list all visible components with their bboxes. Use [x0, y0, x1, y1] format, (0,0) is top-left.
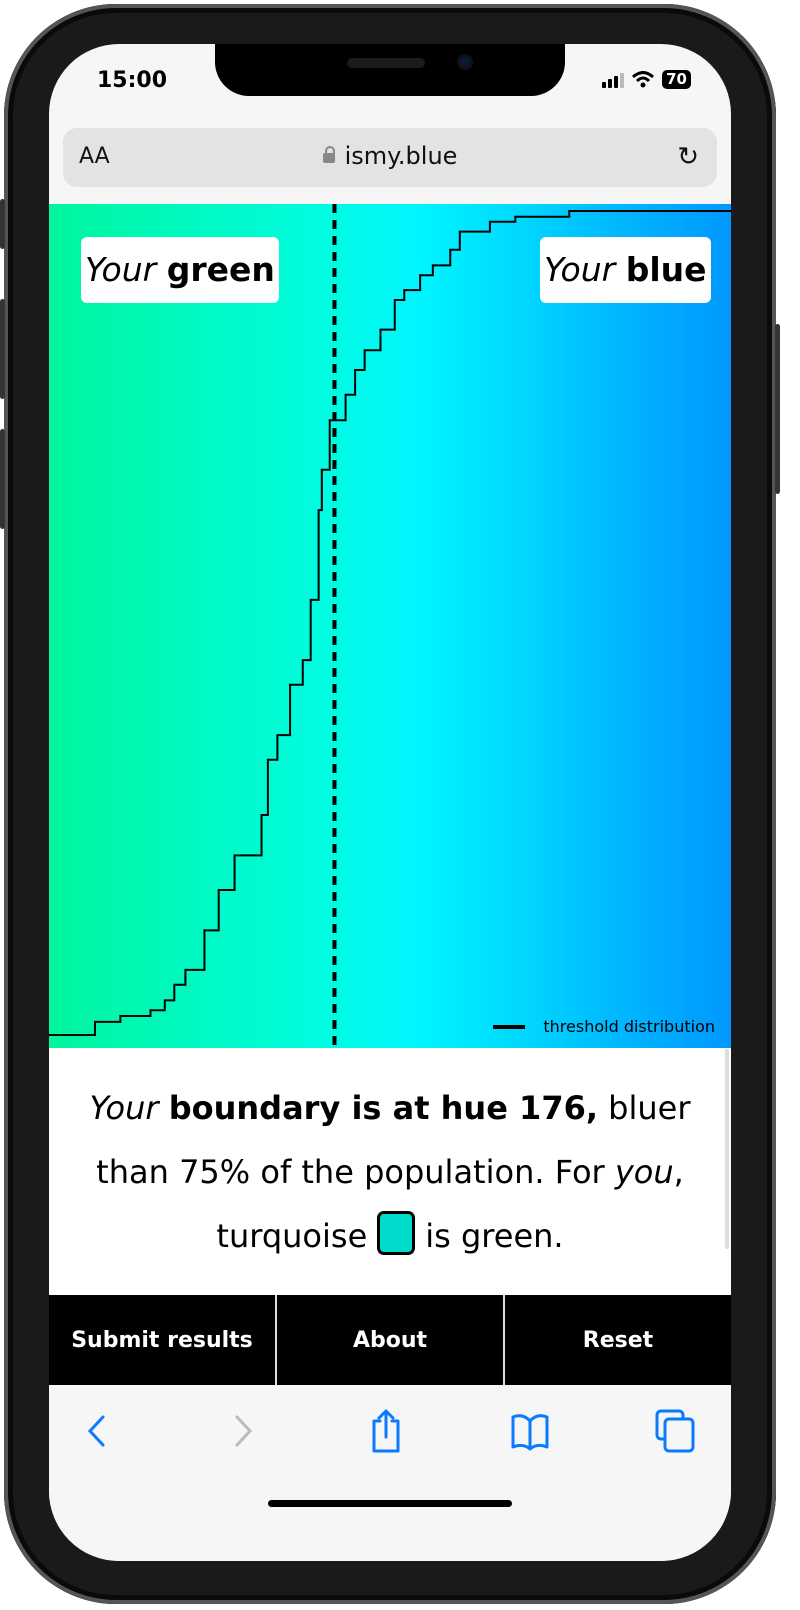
volume-down-button [0, 429, 5, 529]
status-time: 15:00 [97, 68, 168, 93]
your-green-italic: Your [85, 250, 157, 289]
result-part3: is green. [425, 1217, 564, 1255]
about-button[interactable]: About [275, 1295, 503, 1385]
threshold-chart: Your green Your blue threshold distribut… [49, 204, 731, 1048]
result-text: Your boundary is at hue 176, bluer than … [49, 1048, 731, 1295]
home-indicator[interactable] [268, 1500, 512, 1507]
chart-svg [49, 204, 731, 1048]
result-boundary: boundary is at hue 176, [168, 1089, 598, 1127]
your-green-label: Your green [81, 237, 279, 303]
camera [457, 54, 473, 70]
action-bar: Submit results About Reset [49, 1295, 731, 1385]
status-icons: 70 [602, 70, 691, 89]
chart-legend: threshold distribution [493, 1017, 715, 1036]
lock-icon [322, 146, 335, 163]
screen: 15:00 70 AA ismy.blue ↻ Your green Your … [49, 44, 731, 1561]
series-line-0 [49, 210, 731, 1036]
back-icon[interactable] [71, 1409, 121, 1453]
tabs-icon[interactable] [651, 1409, 701, 1453]
turquoise-swatch [377, 1211, 416, 1255]
volume-up-button [0, 299, 5, 399]
submit-results-button[interactable]: Submit results [49, 1295, 275, 1385]
your-green-bold: green [166, 250, 275, 289]
reset-button[interactable]: Reset [503, 1295, 731, 1385]
power-button [775, 324, 780, 494]
legend-swatch [493, 1024, 526, 1029]
legend-label: threshold distribution [543, 1017, 715, 1036]
bookmarks-icon[interactable] [505, 1409, 555, 1453]
url-field[interactable]: ismy.blue [63, 142, 717, 170]
reload-icon[interactable]: ↻ [677, 142, 699, 172]
your-blue-italic: Your [544, 250, 616, 289]
your-blue-label: Your blue [540, 237, 711, 303]
wifi-icon [632, 71, 655, 88]
battery-icon: 70 [662, 70, 691, 89]
result-your: Your [89, 1089, 159, 1127]
signal-icon [602, 72, 625, 88]
url-text: ismy.blue [344, 142, 458, 170]
notch [215, 44, 565, 96]
mute-switch [0, 199, 5, 249]
result-you: you [614, 1153, 674, 1191]
scrollbar[interactable] [725, 1049, 729, 1249]
forward-icon[interactable] [219, 1409, 269, 1453]
share-icon[interactable] [361, 1409, 411, 1453]
speaker [347, 58, 425, 68]
your-blue-bold: blue [625, 250, 707, 289]
address-bar[interactable]: AA ismy.blue ↻ [63, 128, 717, 187]
browser-toolbar [49, 1385, 731, 1561]
